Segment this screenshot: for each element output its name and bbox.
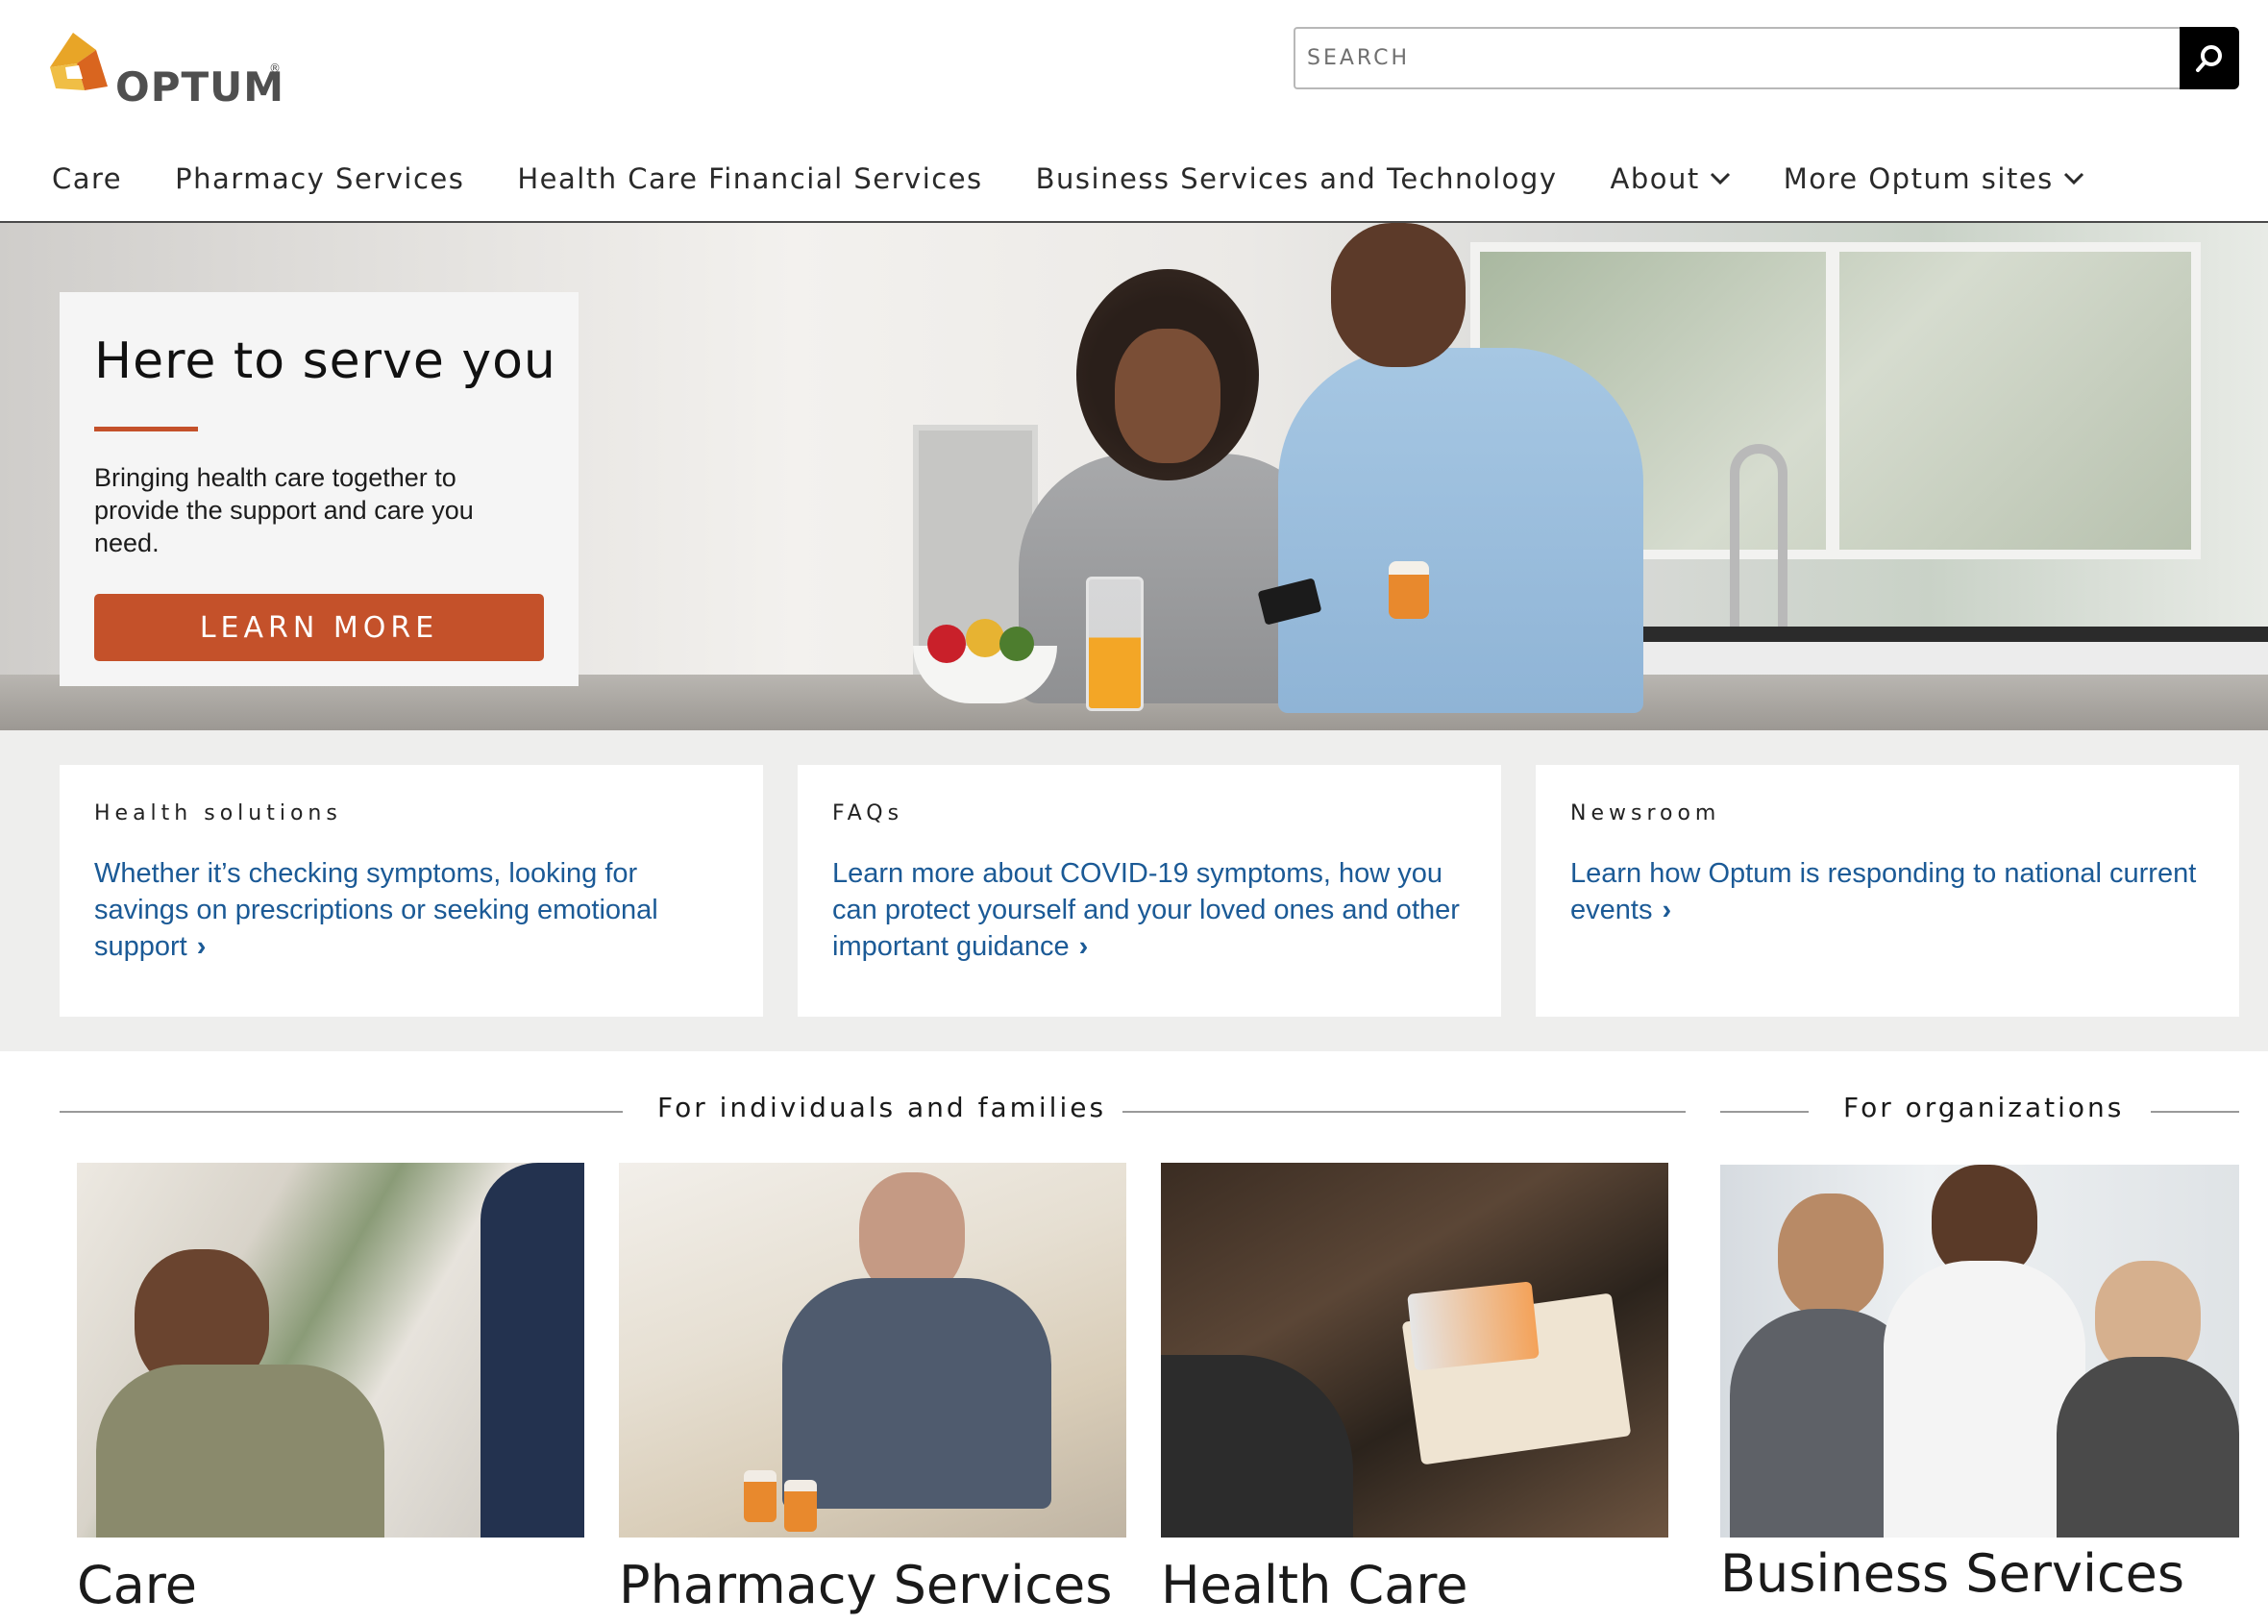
tile-title-business-services[interactable]: Business Services: [1720, 1543, 2184, 1604]
search-button[interactable]: [2180, 27, 2239, 89]
hero-photo-man-head: [1331, 223, 1466, 367]
info-card-eyebrow: Health solutions: [94, 801, 342, 825]
info-card-link[interactable]: Learn more about COVID-19 symptoms, how …: [832, 855, 1467, 965]
site-header: OPTUM ® SEARCH Care Pharmacy Services He…: [0, 0, 2268, 223]
info-strip: Health solutions Whether it’s checking s…: [0, 730, 2268, 1051]
nav-item-more-optum-sites[interactable]: More Optum sites: [1784, 162, 2084, 195]
nav-item-health-care-financial-services[interactable]: Health Care Financial Services: [517, 162, 982, 195]
tile-care-image[interactable]: [77, 1163, 584, 1538]
nav-item-label: Business Services and Technology: [1035, 162, 1558, 195]
chevron-down-icon: [2063, 172, 2083, 185]
learn-more-button[interactable]: LEARN MORE: [94, 594, 544, 661]
nav-item-about[interactable]: About: [1610, 162, 1730, 195]
business-photo-man-head: [1778, 1193, 1884, 1318]
chevron-down-icon: [1710, 172, 1730, 185]
hero-photo-banana: [966, 619, 1004, 657]
nav-item-care[interactable]: Care: [52, 162, 122, 195]
hero-photo-apple: [927, 625, 966, 663]
hero-card: Here to serve you Bringing health care t…: [60, 292, 579, 686]
pharmacy-photo-pill-bottle: [744, 1470, 777, 1522]
section-divider: [2151, 1111, 2239, 1113]
info-card-eyebrow: FAQs: [832, 801, 904, 825]
nav-item-business-services-and-technology[interactable]: Business Services and Technology: [1036, 162, 1558, 195]
info-card-health-solutions: Health solutions Whether it’s checking s…: [60, 765, 763, 1017]
nav-item-label: Care: [52, 162, 123, 195]
hero-photo-faucet: [1730, 444, 1787, 627]
info-card-eyebrow: Newsroom: [1570, 801, 1721, 825]
section-title-individuals: For individuals and families: [657, 1092, 1107, 1123]
info-card-newsroom: Newsroom Learn how Optum is responding t…: [1536, 765, 2239, 1017]
info-card-faqs: FAQs Learn more about COVID-19 symptoms,…: [798, 765, 1501, 1017]
info-card-link[interactable]: Learn how Optum is responding to nationa…: [1570, 855, 2205, 928]
chevron-right-icon: ›: [196, 931, 207, 962]
nav-item-pharmacy-services[interactable]: Pharmacy Services: [175, 162, 464, 195]
nav-item-label: About: [1610, 162, 1700, 195]
hero-subtitle: Bringing health care together to provide…: [94, 463, 474, 557]
tile-health-care-image[interactable]: [1161, 1163, 1668, 1538]
nav-item-label: More Optum sites: [1783, 162, 2054, 195]
health-care-photo-card: [1407, 1281, 1540, 1371]
info-card-link[interactable]: Whether it’s checking symptoms, looking …: [94, 855, 728, 965]
hero-title: Here to serve you: [94, 332, 556, 390]
tile-pharmacy-image[interactable]: [619, 1163, 1126, 1538]
nav-item-label: Pharmacy Services: [175, 162, 465, 195]
info-card-link-text: Learn more about COVID-19 symptoms, how …: [832, 858, 1460, 962]
section-divider: [1720, 1111, 1809, 1113]
pharmacy-photo-man-body: [782, 1278, 1051, 1509]
care-photo-patient-body: [96, 1365, 384, 1538]
optum-logo-mark-icon: [50, 33, 108, 90]
section-divider: [60, 1111, 623, 1113]
nav-item-label: Health Care Financial Services: [517, 162, 983, 195]
hero-photo-pear: [999, 627, 1034, 661]
search-input[interactable]: SEARCH: [1294, 27, 2180, 89]
hero-photo-man: [1278, 348, 1643, 713]
logo-wordmark: OPTUM: [115, 63, 285, 111]
tile-title-pharmacy-services[interactable]: Pharmacy Services: [619, 1555, 1112, 1615]
optum-logo[interactable]: OPTUM ®: [44, 29, 294, 111]
hero-photo-woman-face: [1115, 329, 1220, 463]
section-title-organizations: For organizations: [1843, 1092, 2125, 1123]
logo-registered-mark: ®: [269, 62, 281, 75]
tile-title-health-care[interactable]: Health Care: [1161, 1555, 1468, 1615]
section-divider: [1122, 1111, 1686, 1113]
main-nav: Care Pharmacy Services Health Care Finan…: [52, 154, 2137, 204]
chevron-right-icon: ›: [1078, 931, 1089, 962]
hero-photo-juice-jar: [1086, 577, 1144, 711]
hero-photo-window-frame: [1826, 242, 1839, 559]
business-photo-doctor-coat: [1884, 1261, 2085, 1538]
business-photo-woman-body: [2057, 1357, 2239, 1538]
info-card-link-text: Whether it’s checking symptoms, looking …: [94, 858, 658, 962]
care-photo-nurse: [481, 1163, 584, 1538]
hero-accent-rule: [94, 427, 198, 431]
tile-title-care[interactable]: Care: [77, 1555, 197, 1615]
hero-photo-pill-bottle: [1389, 561, 1429, 619]
search-icon: [2196, 44, 2222, 72]
tile-business-services-image[interactable]: [1720, 1165, 2239, 1538]
pharmacy-photo-pill-bottle: [784, 1480, 817, 1532]
chevron-right-icon: ›: [1662, 895, 1672, 925]
